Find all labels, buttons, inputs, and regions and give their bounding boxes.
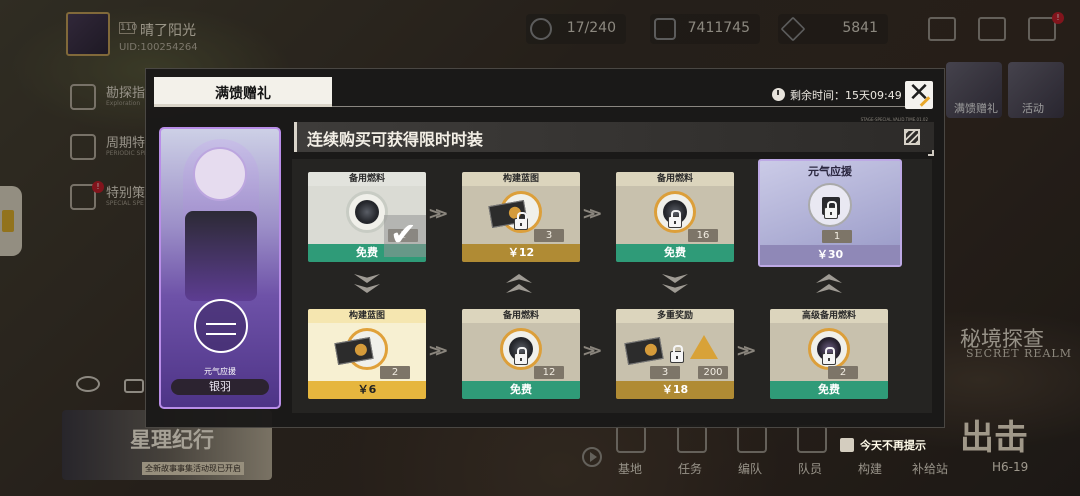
reward-title: 备用燃料 [308,172,426,186]
arrow-down-icon [354,274,380,298]
skip-today-label: 今天不再提示 [860,439,926,452]
arrow-up-icon [816,274,842,298]
gift-modal: 满馈赠礼 剩余时间：15天09:49 ✕ 元气应援 银羽 连续购买可获得限时时装… [145,68,945,428]
character-portrait [193,147,247,201]
reward-price: ￥6 [308,381,426,399]
reward-cell-8[interactable]: 高级备用燃料 2 免费 [770,309,888,399]
reward-price: ￥12 [462,244,580,262]
fuel-icon [355,200,379,224]
tab-gift[interactable]: 满馈赠礼 [154,77,332,107]
reward-count: 2 [380,366,410,379]
app-root: 110 晴了阳光 UID:100254264 17/240 7411745 58… [0,0,1080,496]
material-icon [690,335,718,359]
arrow-right-icon: >> [582,204,602,224]
costume-card[interactable]: 元气应援 银羽 [159,127,281,409]
reward-count: 3 [534,229,564,242]
reward-title: 多重奖励 [616,309,734,323]
lock-icon [822,347,836,365]
reward-count: 16 [688,229,718,242]
clock-icon [772,88,785,101]
reward-cell-7[interactable]: 多重奖励 3 200 ￥18 [616,309,734,399]
lock-icon [514,347,528,365]
promo-banner: 连续购买可获得限时时装 STAGE-SPECIAL.VALID.TIME.01.… [294,117,934,156]
reward-cell-4[interactable]: 元气应援 1 ￥30 [758,159,902,267]
reward-count: 2 [828,366,858,379]
tab-gift-label: 满馈赠礼 [215,86,271,102]
promo-code-text: STAGE-SPECIAL.VALID.TIME.01.02 [860,117,928,122]
remaining-time: 剩余时间：15天09:49 [790,89,902,102]
arrow-right-icon: >> [428,341,448,361]
arrow-right-icon: >> [428,204,448,224]
claimed-check-icon: ✔ [384,215,426,257]
reward-cell-6[interactable]: 备用燃料 12 免费 [462,309,580,399]
lock-icon [670,345,684,363]
reward-count: 1 [822,230,852,243]
skip-today-toggle[interactable]: 今天不再提示 [840,436,1050,456]
reward-price: ￥30 [760,245,900,265]
lock-icon [668,210,682,228]
skip-checkbox[interactable] [840,438,854,452]
reward-cell-5[interactable]: 构建蓝图 2 ￥6 [308,309,426,399]
heartbeat-emblem-icon [194,299,248,353]
promo-text: 连续购买可获得限时时装 [307,130,484,149]
reward-title: 备用燃料 [616,172,734,186]
reward-title: 备用燃料 [462,309,580,323]
header-divider [332,106,910,107]
arrow-right-icon: >> [582,341,602,361]
stripe-icon [904,129,920,145]
arrow-right-icon: >> [736,341,756,361]
reward-title: 元气应援 [808,165,852,178]
lock-icon [824,201,838,219]
reward-cell-2[interactable]: 构建蓝图 3 ￥12 [462,172,580,262]
reward-price: 免费 [770,381,888,399]
reward-cell-1[interactable]: 备用燃料 1 免费 ✔ [308,172,426,262]
reward-price: ￥18 [616,381,734,399]
character-name: 银羽 [171,379,269,395]
character-outfit [185,211,257,301]
arrow-down-icon [662,274,688,298]
reward-price: 免费 [462,381,580,399]
costume-title: 元气应援 [204,367,236,376]
reward-price: 免费 [616,244,734,262]
reward-title: 高级备用燃料 [770,309,888,323]
reward-count: 3 [650,366,680,379]
close-button[interactable]: ✕ [905,78,933,109]
reward-title: 构建蓝图 [462,172,580,186]
reward-count-secondary: 200 [698,366,728,379]
reward-title: 构建蓝图 [308,309,426,323]
reward-count: 12 [534,366,564,379]
arrow-up-icon [506,274,532,298]
lock-icon [514,212,528,230]
corner-bracket [928,150,934,156]
reward-cell-3[interactable]: 备用燃料 16 免费 [616,172,734,262]
